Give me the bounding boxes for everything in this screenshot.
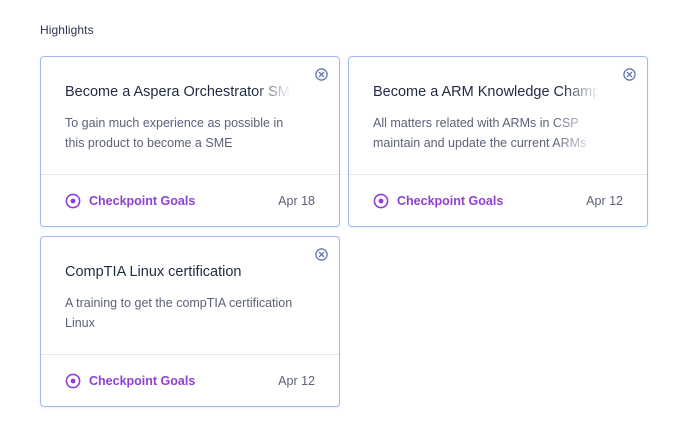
- card-date: Apr 12: [278, 374, 315, 388]
- card-divider: [41, 354, 339, 355]
- card-date: Apr 12: [586, 194, 623, 208]
- target-circle-icon: [65, 193, 81, 209]
- checkpoint-goals-link[interactable]: Checkpoint Goals: [65, 193, 195, 209]
- section-title: Highlights: [40, 23, 94, 37]
- card-description-line: All matters related with ARMs in CSP: [373, 116, 579, 130]
- card-date: Apr 18: [278, 194, 315, 208]
- card-description-line: this product to become a SME: [65, 136, 233, 150]
- card-title: Become a Aspera Orchestrator SME: [65, 84, 291, 100]
- card-description-line: A training to get the compTIA certificat…: [65, 296, 293, 310]
- card-divider: [349, 174, 647, 175]
- card-title: Become a ARM Knowledge Champion: [373, 84, 599, 100]
- card-description-line: Linux: [65, 316, 95, 330]
- close-icon[interactable]: [315, 248, 328, 261]
- checkpoint-goals-link[interactable]: Checkpoint Goals: [65, 373, 195, 389]
- card-title: CompTIA Linux certification: [65, 264, 242, 280]
- target-circle-icon: [65, 373, 81, 389]
- goal-label: Checkpoint Goals: [89, 194, 196, 208]
- close-icon[interactable]: [623, 68, 636, 81]
- card-divider: [41, 174, 339, 175]
- target-circle-icon: [373, 193, 389, 209]
- card-description: A training to get the compTIA certificat…: [65, 293, 305, 333]
- card-description: To gain much experience as possible in t…: [65, 113, 305, 153]
- checkpoint-goals-link[interactable]: Checkpoint Goals: [373, 193, 503, 209]
- highlight-card[interactable]: Become a Aspera Orchestrator SME To gain…: [40, 56, 340, 227]
- close-icon[interactable]: [315, 68, 328, 81]
- highlight-card[interactable]: CompTIA Linux certification A training t…: [40, 236, 340, 407]
- card-description-line: maintain and update the current ARMs: [373, 136, 587, 150]
- highlight-card[interactable]: Become a ARM Knowledge Champion All matt…: [348, 56, 648, 227]
- card-description: All matters related with ARMs in CSP mai…: [373, 113, 599, 153]
- card-description-line: To gain much experience as possible in: [65, 116, 284, 130]
- goal-label: Checkpoint Goals: [89, 374, 196, 388]
- goal-label: Checkpoint Goals: [397, 194, 504, 208]
